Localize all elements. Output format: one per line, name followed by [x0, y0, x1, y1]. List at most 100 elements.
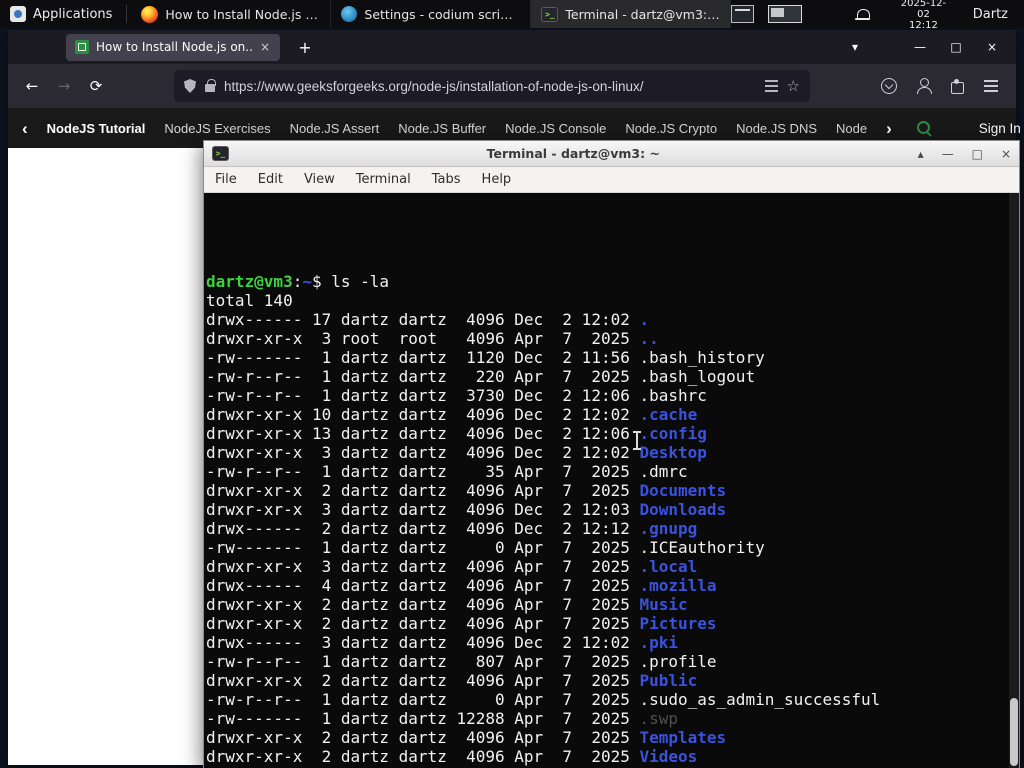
site-nav-item-buffer[interactable]: Node.JS Buffer [398, 121, 486, 136]
terminal-line: dartz@vm3:~$ ls -la [206, 272, 390, 291]
browser-tab[interactable]: How to Install Node.js on... × [66, 33, 280, 61]
sign-in-button[interactable]: Sign In [979, 121, 1021, 136]
terminal-line: drwxr-xr-x 2 dartz dartz 4096 Apr 7 2025… [206, 614, 717, 633]
menu-terminal[interactable]: Terminal [356, 172, 411, 187]
terminal-line: -rw-r--r-- 1 dartz dartz 0 Apr 7 2025 .s… [206, 690, 881, 709]
terminal-line: total 140 [206, 291, 293, 310]
window-minimize-button[interactable]: — [902, 40, 938, 54]
terminal-window-controls: ▴ — □ × [918, 147, 1011, 161]
top-panel: Applications How to Install Node.js o...… [0, 0, 1024, 31]
terminal-line: drwxr-xr-x 2 dartz dartz 4096 Apr 7 2025… [206, 671, 698, 690]
hamburger-menu-icon [984, 80, 998, 92]
terminal-close-button[interactable]: × [1001, 147, 1011, 161]
firefox-icon [141, 5, 159, 23]
terminal-line: -rw------- 1 dartz dartz 0 Apr 7 2025 .I… [206, 538, 765, 557]
site-nav-item-crypto[interactable]: Node.JS Crypto [625, 121, 717, 136]
reader-mode-icon[interactable] [764, 80, 778, 92]
applications-icon [10, 6, 26, 22]
menu-view[interactable]: View [304, 172, 335, 187]
terminal-line: drwxr-xr-x 13 dartz dartz 4096 Dec 2 12:… [206, 424, 707, 443]
workspace-switcher[interactable] [768, 5, 802, 23]
terminal-minimize-button[interactable]: — [942, 147, 954, 161]
terminal-scrollbar[interactable] [1009, 193, 1019, 768]
terminal-line: drwxr-xr-x 3 dartz dartz 4096 Dec 2 12:0… [206, 443, 707, 462]
new-tab-button[interactable]: + [292, 38, 318, 57]
extensions-button[interactable] [940, 71, 974, 101]
terminal-line: drwxr-xr-x 3 dartz dartz 4096 Dec 2 12:0… [206, 500, 727, 519]
menu-file[interactable]: File [215, 172, 237, 187]
list-all-tabs-icon[interactable]: ▾ [852, 40, 858, 54]
terminal-line: drwx------ 2 dartz dartz 4096 Dec 2 12:1… [206, 519, 698, 538]
browser-toolbar: ← → ⟳ https://www.geeksforgeeks.org/node… [8, 64, 1016, 108]
nav-scroll-right-icon[interactable]: › [886, 120, 892, 137]
back-button[interactable]: ← [16, 71, 48, 101]
terminal-scrollbar-thumb[interactable] [1010, 698, 1018, 766]
account-button[interactable] [906, 71, 940, 101]
pocket-icon [881, 78, 897, 94]
tab-close-icon[interactable]: × [259, 40, 271, 54]
account-icon [915, 78, 932, 94]
taskbar-item-codium[interactable]: Settings - codium script... [331, 0, 532, 28]
terminal-line: -rw------- 1 dartz dartz 1120 Dec 2 11:5… [206, 348, 765, 367]
terminal-titlebar[interactable]: >_ Terminal - dartz@vm3: ~ ▴ — □ × [204, 141, 1019, 167]
forward-button[interactable]: → [48, 71, 80, 101]
extensions-icon [950, 78, 964, 94]
terminal-line: -rw-r--r-- 1 dartz dartz 220 Apr 7 2025 … [206, 367, 756, 386]
terminal-title: Terminal - dartz@vm3: ~ [486, 146, 660, 161]
panel-clock[interactable]: 2025-12-02 12:12 [896, 0, 951, 31]
clock-time: 12:12 [909, 19, 938, 31]
terminal-line: drwxr-xr-x 3 root root 4096 Apr 7 2025 .… [206, 329, 659, 348]
terminal-shade-button[interactable]: ▴ [918, 147, 924, 161]
pocket-button[interactable] [872, 71, 906, 101]
tray-indicator-icon[interactable] [731, 5, 755, 23]
terminal-window-icon: >_ [212, 146, 229, 161]
taskbar-item-label: Settings - codium script... [364, 6, 521, 22]
site-nav-item-tutorial[interactable]: NodeJS Tutorial [47, 121, 146, 136]
address-bar[interactable]: https://www.geeksforgeeks.org/node-js/in… [174, 70, 810, 102]
terminal-icon: >_ [541, 6, 559, 22]
terminal-line: drwx------ 17 dartz dartz 4096 Dec 2 12:… [206, 310, 650, 329]
user-label: Dartz [972, 6, 1008, 22]
site-nav-item-truncated[interactable]: Node [836, 121, 867, 136]
taskbar-item-label: How to Install Node.js o... [165, 6, 321, 22]
codium-icon [341, 6, 358, 22]
window-close-button[interactable]: × [974, 40, 1010, 54]
menu-button[interactable] [974, 71, 1008, 101]
terminal-maximize-button[interactable]: □ [972, 147, 983, 161]
reload-button[interactable]: ⟳ [80, 71, 112, 101]
terminal-line: drwxr-xr-x 2 dartz dartz 4096 Apr 7 2025… [206, 481, 727, 500]
site-nav-item-exercises[interactable]: NodeJS Exercises [164, 121, 270, 136]
tracking-shield-icon[interactable] [184, 79, 196, 93]
bookmark-star-icon[interactable]: ☆ [787, 77, 800, 95]
notifications-bell-icon[interactable] [854, 9, 871, 21]
clock-date: 2025-12-02 [900, 0, 947, 20]
menu-edit[interactable]: Edit [258, 172, 283, 187]
site-nav-item-dns[interactable]: Node.JS DNS [736, 121, 817, 136]
window-maximize-button[interactable]: □ [938, 40, 974, 54]
menu-tabs[interactable]: Tabs [432, 172, 461, 187]
lock-icon[interactable] [205, 79, 216, 92]
terminal-line: drwx------ 4 dartz dartz 4096 Apr 7 2025… [206, 576, 717, 595]
nav-scroll-left-icon[interactable]: ‹ [22, 120, 28, 137]
tab-favicon [75, 40, 89, 54]
taskbar-item-browser[interactable]: How to Install Node.js o... [131, 0, 332, 28]
site-nav-item-console[interactable]: Node.JS Console [505, 121, 606, 136]
terminal-line: drwxr-xr-x 2 dartz dartz 4096 Apr 7 2025… [206, 747, 698, 766]
terminal-menubar: File Edit View Terminal Tabs Help [204, 167, 1019, 193]
terminal-line: drwxr-xr-x 3 dartz dartz 4096 Apr 7 2025… [206, 557, 698, 576]
terminal-line: -rw------- 1 dartz dartz 12288 Apr 7 202… [206, 709, 679, 728]
applications-menu[interactable]: Applications [0, 0, 122, 28]
terminal-window: >_ Terminal - dartz@vm3: ~ ▴ — □ × File … [203, 140, 1020, 768]
url-text[interactable]: https://www.geeksforgeeks.org/node-js/in… [224, 79, 756, 94]
terminal-line: -rw-r--r-- 1 dartz dartz 3730 Dec 2 12:0… [206, 386, 707, 405]
site-nav-item-assert[interactable]: Node.JS Assert [290, 121, 380, 136]
terminal-line: -rw-r--r-- 1 dartz dartz 807 Apr 7 2025 … [206, 652, 717, 671]
search-icon[interactable] [916, 120, 933, 137]
taskbar-item-label: Terminal - dartz@vm3: ~ [565, 6, 721, 22]
tab-title: How to Install Node.js on... [96, 40, 252, 54]
terminal-line: drwx------ 3 dartz dartz 4096 Dec 2 12:0… [206, 633, 679, 652]
terminal-output[interactable]: dartz@vm3:~$ ls -la total 140 drwx------ 1… [204, 193, 1019, 768]
terminal-line: drwxr-xr-x 10 dartz dartz 4096 Dec 2 12:… [206, 405, 698, 424]
menu-help[interactable]: Help [482, 172, 512, 187]
taskbar-item-terminal[interactable]: >_ Terminal - dartz@vm3: ~ [531, 0, 732, 28]
